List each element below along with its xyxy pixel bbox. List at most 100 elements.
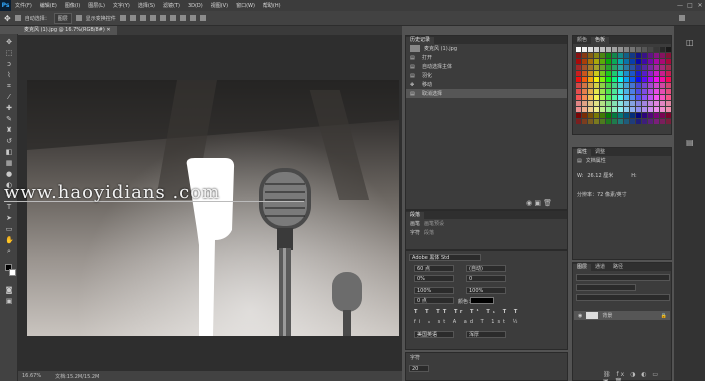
history-brush-icon[interactable]: ↺ xyxy=(5,137,13,145)
color-swatch[interactable] xyxy=(582,59,587,64)
color-swatch[interactable] xyxy=(660,65,665,70)
healing-icon[interactable]: ✚ xyxy=(5,104,13,112)
color-swatch[interactable] xyxy=(594,107,599,112)
color-swatch[interactable] xyxy=(600,107,605,112)
text-style-buttons[interactable]: T T TT Tr T¹ T₁ T T xyxy=(414,309,520,315)
color-swatch[interactable] xyxy=(588,53,593,58)
color-swatch[interactable] xyxy=(630,65,635,70)
color-swatch[interactable] xyxy=(648,71,653,76)
color-swatch[interactable] xyxy=(576,53,581,58)
color-swatch[interactable] xyxy=(582,107,587,112)
color-swatch[interactable] xyxy=(624,71,629,76)
color-swatch[interactable] xyxy=(624,47,629,52)
dock-collapse-icon[interactable]: ◫ xyxy=(686,38,694,47)
show-transform-checkbox[interactable] xyxy=(75,15,82,21)
color-swatch[interactable] xyxy=(576,107,581,112)
color-swatch[interactable] xyxy=(636,65,641,70)
color-swatch[interactable] xyxy=(636,71,641,76)
color-swatch[interactable] xyxy=(624,83,629,88)
color-swatch[interactable] xyxy=(582,119,587,124)
menu-filter[interactable]: 滤镜(T) xyxy=(159,2,184,9)
color-swatch[interactable] xyxy=(582,47,587,52)
font-size-field[interactable]: 60 点 xyxy=(414,265,454,272)
visibility-eye-icon[interactable]: ◉ xyxy=(578,313,582,319)
history-item[interactable]: ▤ 自动选择主体 xyxy=(406,62,567,71)
color-swatch[interactable] xyxy=(582,101,587,106)
color-swatch[interactable] xyxy=(600,71,605,76)
color-swatch[interactable] xyxy=(618,65,623,70)
color-swatch[interactable] xyxy=(636,101,641,106)
color-swatch[interactable] xyxy=(630,47,635,52)
layer-row[interactable]: ◉ 背景 🔒 xyxy=(574,311,670,320)
menu-file[interactable]: 文件(F) xyxy=(11,2,36,9)
color-swatch[interactable] xyxy=(660,101,665,106)
color-swatch[interactable] xyxy=(624,101,629,106)
horizontal-scale-field[interactable]: 100% xyxy=(466,287,506,294)
history-footer-icons[interactable]: ◉ ▣ 🗑 xyxy=(526,199,552,207)
color-swatch[interactable] xyxy=(612,95,617,100)
zoom-icon[interactable]: ⌕ xyxy=(5,247,13,255)
leading-field[interactable]: (自动) xyxy=(466,265,506,272)
bottom-panel-value[interactable]: 20 xyxy=(409,365,429,372)
color-swatch[interactable] xyxy=(654,83,659,88)
font-family-select[interactable]: Adobe 黑体 Std xyxy=(409,254,481,261)
color-swatch[interactable] xyxy=(654,113,659,118)
color-swatch[interactable] xyxy=(612,59,617,64)
color-swatch[interactable] xyxy=(576,95,581,100)
color-swatch[interactable] xyxy=(576,47,581,52)
tab-paths[interactable]: 路径 xyxy=(609,264,627,271)
document-tab[interactable]: 麦克风 (1).jpg @ 16.7%(RGB/8#) ✕ xyxy=(18,26,117,35)
gradient-icon[interactable]: ▦ xyxy=(5,159,13,167)
color-swatch[interactable] xyxy=(606,113,611,118)
color-swatch[interactable] xyxy=(606,89,611,94)
color-swatch[interactable] xyxy=(576,65,581,70)
color-swatch[interactable] xyxy=(624,89,629,94)
color-swatch[interactable] xyxy=(636,53,641,58)
color-swatch[interactable] xyxy=(576,59,581,64)
align-center-icon[interactable] xyxy=(129,15,136,21)
color-swatch[interactable] xyxy=(594,59,599,64)
color-swatch[interactable] xyxy=(576,83,581,88)
color-swatch[interactable] xyxy=(630,101,635,106)
color-swatch[interactable] xyxy=(576,71,581,76)
color-swatch[interactable] xyxy=(660,107,665,112)
color-swatch[interactable] xyxy=(600,65,605,70)
color-swatch[interactable] xyxy=(588,95,593,100)
color-swatch[interactable] xyxy=(648,83,653,88)
crop-icon[interactable]: ⌗ xyxy=(5,82,13,90)
color-swatch[interactable] xyxy=(630,95,635,100)
history-item[interactable]: ▤ 打开 xyxy=(406,53,567,62)
swatch-grid[interactable] xyxy=(576,47,671,124)
color-swatch[interactable] xyxy=(654,101,659,106)
color-swatch[interactable] xyxy=(666,47,671,52)
color-swatch[interactable] xyxy=(648,77,653,82)
shape-icon[interactable]: ▭ xyxy=(5,225,13,233)
color-swatch[interactable] xyxy=(636,47,641,52)
menu-layer[interactable]: 图层(L) xyxy=(84,2,109,9)
color-swatch[interactable] xyxy=(582,65,587,70)
color-swatch[interactable] xyxy=(642,77,647,82)
color-swatch[interactable] xyxy=(600,89,605,94)
history-item[interactable]: ▤ 羽化 xyxy=(406,71,567,80)
brush-icon[interactable]: ✎ xyxy=(5,115,13,123)
color-swatch[interactable] xyxy=(612,53,617,58)
background-color-swatch[interactable] xyxy=(9,269,16,276)
color-swatch[interactable] xyxy=(594,53,599,58)
color-swatch[interactable] xyxy=(642,59,647,64)
color-swatch[interactable] xyxy=(612,113,617,118)
color-swatch[interactable] xyxy=(636,77,641,82)
color-swatch[interactable] xyxy=(660,77,665,82)
color-swatch[interactable] xyxy=(618,53,623,58)
color-swatch[interactable] xyxy=(642,53,647,58)
color-swatch[interactable] xyxy=(630,113,635,118)
history-snapshot[interactable]: 麦克风 (1).jpg xyxy=(406,44,567,53)
history-item-selected[interactable]: ▤ 取消选择 xyxy=(406,89,567,98)
tab-channels[interactable]: 通道 xyxy=(591,264,609,271)
quick-select-icon[interactable]: ⌇ xyxy=(5,71,13,79)
color-swatch[interactable] xyxy=(594,119,599,124)
color-swatch[interactable] xyxy=(588,59,593,64)
color-swatch[interactable] xyxy=(630,83,635,88)
color-swatch[interactable] xyxy=(600,59,605,64)
color-swatch[interactable] xyxy=(654,65,659,70)
blur-icon[interactable]: ● xyxy=(5,170,13,178)
